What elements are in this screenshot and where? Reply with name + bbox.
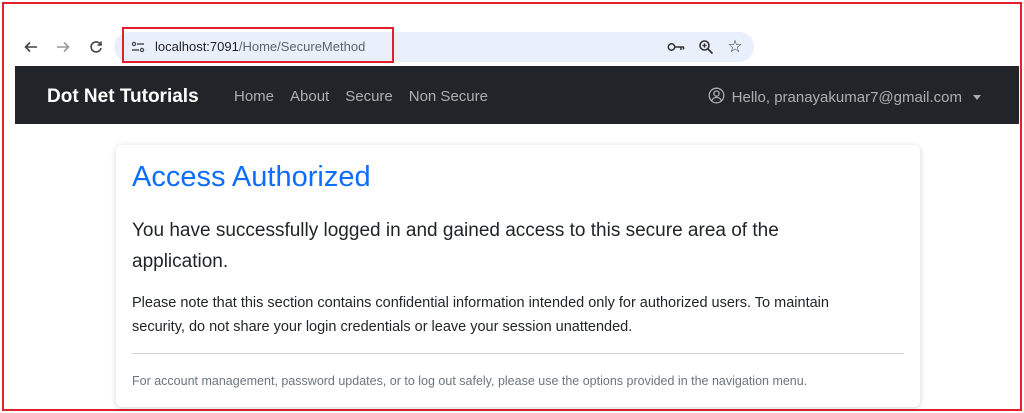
nav-links: Home About Secure Non Secure — [234, 88, 488, 105]
user-circle-icon — [708, 87, 725, 108]
app-navbar: Dot Net Tutorials Home About Secure Non … — [15, 66, 1019, 124]
screenshot-frame: localhost:7091/Home/SecureMethod ☆ Dot N… — [2, 2, 1022, 411]
card-body-text: Please note that this section contains c… — [132, 295, 829, 335]
star-icon[interactable]: ☆ — [725, 37, 745, 57]
caret-down-icon — [973, 95, 981, 100]
user-greeting: Hello, pranayakumar7@gmail.com — [731, 89, 962, 106]
browser-toolbar: localhost:7091/Home/SecureMethod ☆ — [4, 4, 1020, 64]
nav-link-non-secure[interactable]: Non Secure — [409, 88, 488, 105]
user-dropdown[interactable]: Hello, pranayakumar7@gmail.com — [708, 87, 981, 108]
card-title: Access Authorized — [132, 161, 371, 193]
card-footer-text: For account management, password updates… — [132, 374, 808, 388]
key-icon[interactable] — [666, 37, 686, 57]
zoom-icon[interactable] — [696, 37, 716, 57]
card-divider — [132, 353, 904, 354]
nav-link-about[interactable]: About — [290, 88, 329, 105]
card-lead-text: You have successfully logged in and gain… — [132, 220, 779, 272]
nav-link-secure[interactable]: Secure — [345, 88, 393, 105]
forward-arrow-icon[interactable] — [52, 36, 74, 58]
access-card: Access Authorized You have successfully … — [116, 145, 920, 407]
reload-icon[interactable] — [85, 36, 107, 58]
nav-link-home[interactable]: Home — [234, 88, 274, 105]
brand-link[interactable]: Dot Net Tutorials — [47, 86, 199, 108]
back-arrow-icon[interactable] — [20, 36, 42, 58]
url-highlight-box — [122, 27, 394, 63]
